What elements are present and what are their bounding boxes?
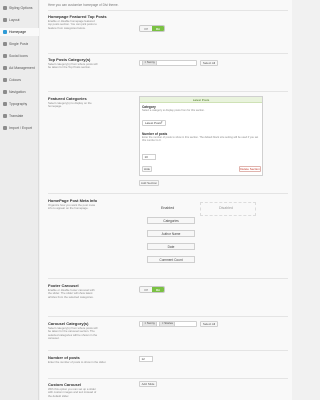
globe-icon [3, 114, 7, 118]
carousel-number-input[interactable]: 12 [139, 356, 153, 362]
category-tag[interactable]: × Stories [159, 321, 176, 327]
sidebar-item-typography[interactable]: Typography [0, 100, 39, 108]
layout-icon [3, 18, 7, 22]
meta-item-date[interactable]: Date [147, 243, 195, 250]
sidebar-item-label: Single Posts [9, 42, 29, 46]
sidebar-item-colours[interactable]: Colours [0, 76, 39, 84]
panel-title: Latest Posts [192, 98, 210, 102]
section-divider [48, 378, 288, 379]
share-icon [3, 54, 7, 58]
toggle-on-option[interactable]: On [152, 287, 164, 292]
category-select-value: Latest Posts [145, 121, 162, 125]
toggle-off-option[interactable]: Off [140, 287, 152, 292]
custom-carousel-desc: With this option you can set up a slider… [48, 387, 97, 398]
featured-top-posts-desc: Enable or disable homepage featured top … [48, 19, 97, 30]
disabled-column-label: Disabled [219, 206, 233, 210]
category-tag[interactable]: × Sunny [142, 321, 158, 327]
featured-top-posts-toggle[interactable]: Off On [139, 25, 165, 32]
add-section-button[interactable]: Add Section [139, 180, 159, 186]
number-of-posts-desc: Enter the number of posts to show in thi… [142, 136, 259, 143]
page-intro-text: Here you can customize homepage of Divi … [48, 3, 119, 7]
settings-sidebar: Styling Options Layout Homepage Single P… [0, 0, 39, 400]
meta-item-categories[interactable]: Categories [147, 217, 195, 224]
sidebar-item-label: Typography [9, 102, 28, 106]
carousel-select-all-button[interactable]: Select All [200, 321, 218, 327]
type-icon [3, 102, 7, 106]
add-slide-button[interactable]: Add Slide [139, 381, 157, 387]
number-input-value: 10 [144, 155, 148, 159]
sidebar-item-label: Layout [9, 18, 20, 22]
sidebar-item-ad-management[interactable]: Ad Management [0, 64, 39, 72]
top-posts-category-select[interactable]: × Sunny [139, 60, 197, 66]
sidebar-item-label: Import / Export [9, 126, 32, 130]
section-divider [48, 53, 288, 54]
sidebar-item-label: Ad Management [9, 66, 35, 70]
sidebar-item-navigation[interactable]: Navigation [0, 88, 39, 96]
section-divider [48, 350, 288, 351]
meta-item-author-name[interactable]: Author Name [147, 230, 195, 237]
top-posts-category-desc: Select category(s) from where posts will… [48, 62, 98, 70]
palette-icon [3, 78, 7, 82]
carousel-category-desc: Select category(s) from where posts will… [48, 326, 98, 341]
category-desc: Select a category to display posts from … [142, 109, 205, 112]
sidebar-item-layout[interactable]: Layout [0, 16, 39, 24]
carousel-category-select[interactable]: × Sunny × Stories [139, 321, 197, 327]
footer-carousel-toggle[interactable]: Off On [139, 286, 165, 293]
sidebar-item-translate[interactable]: Translate [0, 112, 39, 120]
category-tag[interactable]: × Sunny [142, 60, 158, 66]
sidebar-item-styling[interactable]: Styling Options [0, 4, 39, 12]
meta-item-comment-count[interactable]: Comment Count [147, 256, 195, 263]
sidebar-item-single-posts[interactable]: Single Posts [0, 40, 39, 48]
enabled-column-label: Enabled [161, 206, 175, 210]
sidebar-item-label: Colours [9, 78, 22, 82]
section-divider [48, 193, 288, 194]
featured-categories-desc: Select category(s) to display on the hom… [48, 101, 92, 109]
toggle-off-option[interactable]: Off [140, 26, 152, 31]
top-posts-select-all-button[interactable]: Select All [200, 60, 218, 66]
section-divider [48, 278, 288, 279]
sidebar-item-label: Navigation [9, 90, 26, 94]
sidebar-item-label: Styling Options [9, 6, 33, 10]
megaphone-icon [3, 66, 7, 70]
section-divider [48, 316, 288, 317]
panel-header[interactable]: Latest Posts [140, 97, 262, 103]
menu-icon [3, 90, 7, 94]
carousel-number-value: 12 [141, 357, 145, 361]
document-icon [3, 42, 7, 46]
toggle-on-option[interactable]: On [152, 26, 164, 31]
brush-icon [3, 6, 7, 10]
sidebar-item-label: Translate [9, 114, 24, 118]
footer-carousel-desc: Enable or disable footer carousel with t… [48, 288, 95, 299]
sidebar-item-label: Social Icons [9, 54, 28, 58]
home-icon [3, 30, 7, 34]
delete-section-button[interactable]: Delete Section [239, 166, 261, 172]
section-divider [48, 91, 288, 92]
sidebar-item-social-icons[interactable]: Social Icons [0, 52, 39, 60]
sidebar-item-homepage[interactable]: Homepage [0, 28, 39, 36]
section-number-input[interactable]: 10 [142, 154, 156, 160]
sidebar-item-label: Homepage [9, 30, 27, 34]
chevron-down-icon: ▾ [161, 120, 163, 124]
number-of-posts-desc: Enter the number of posts to show in the… [48, 360, 107, 364]
featured-section-panel: Latest Posts Category Select a category … [139, 96, 263, 176]
post-meta-desc: Organize how you want the post meta info… [48, 203, 95, 211]
sidebar-item-import-export[interactable]: Import / Export [0, 124, 39, 132]
section-divider [48, 10, 288, 11]
transfer-icon [3, 126, 7, 130]
collapse-section-button[interactable]: Hide [142, 166, 152, 172]
